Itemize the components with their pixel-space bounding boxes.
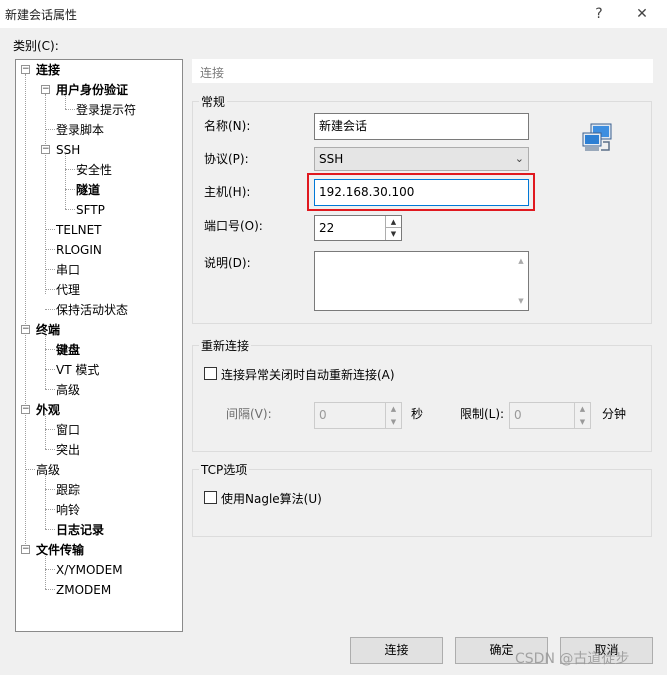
port-label: 端口号(O): — [204, 219, 263, 233]
tree-item-xymodem[interactable]: X/YMODEM — [56, 560, 123, 580]
name-label: 名称(N): — [204, 119, 251, 133]
description-scrollbar[interactable]: ▲ ▼ — [514, 252, 528, 310]
tree-item-advanced-2[interactable]: 高级 — [36, 460, 60, 480]
limit-spin-up-icon: ▲ — [574, 403, 590, 416]
tree-item-proxy[interactable]: 代理 — [56, 280, 80, 300]
tree-item-user-auth[interactable]: 用户身份验证 — [56, 80, 128, 100]
port-value: 22 — [319, 221, 335, 235]
nagle-label: 使用Nagle算法(U) — [221, 492, 322, 506]
tree-item-zmodem[interactable]: ZMODEM — [56, 580, 111, 600]
category-label: 类别(C): — [13, 39, 59, 53]
interval-spin-up-icon: ▲ — [385, 403, 401, 416]
protocol-select-value: SSH — [319, 152, 344, 166]
tree-item-bell[interactable]: 响铃 — [56, 500, 80, 520]
reconnect-group-title: 重新连接 — [199, 337, 252, 354]
port-input[interactable]: 22 ▲ ▼ — [314, 215, 402, 241]
protocol-select[interactable]: SSH ⌄ — [314, 147, 529, 171]
tree-item-login-prompts[interactable]: 登录提示符 — [76, 100, 136, 120]
network-computer-icon — [581, 122, 615, 156]
collapse-user-auth-icon[interactable]: − — [41, 85, 50, 94]
panel-header-title: 连接 — [200, 66, 225, 80]
collapse-terminal-icon[interactable]: − — [21, 325, 30, 334]
protocol-label: 协议(P): — [204, 152, 249, 166]
collapse-connection-icon[interactable]: − — [21, 65, 30, 74]
name-input[interactable]: 新建会话 — [314, 113, 529, 140]
panel-header-bar — [192, 59, 653, 83]
tree-item-serial[interactable]: 串口 — [56, 260, 80, 280]
limit-unit: 分钟 — [602, 407, 627, 421]
interval-label: 间隔(V): — [226, 407, 272, 421]
interval-spin-down-icon: ▼ — [385, 416, 401, 428]
general-group-title: 常规 — [199, 93, 228, 110]
watermark-text: CSDN @古道徒步 — [515, 651, 630, 667]
tree-item-appearance[interactable]: 外观 — [36, 400, 60, 420]
chevron-down-icon: ⌄ — [514, 152, 524, 165]
collapse-appearance-icon[interactable]: − — [21, 405, 30, 414]
tree-item-ssh[interactable]: SSH — [56, 140, 80, 160]
close-button[interactable]: ✕ — [630, 4, 654, 24]
help-button[interactable]: ? — [587, 4, 611, 24]
limit-label: 限制(L): — [460, 407, 505, 421]
host-label: 主机(H): — [204, 185, 251, 199]
tree-item-file-transfer[interactable]: 文件传输 — [36, 540, 84, 560]
limit-value: 0 — [514, 408, 522, 422]
auto-reconnect-label: 连接异常关闭时自动重新连接(A) — [221, 368, 395, 382]
collapse-file-transfer-icon[interactable]: − — [21, 545, 30, 554]
limit-spin-down-icon: ▼ — [574, 416, 590, 428]
tree-item-login-script[interactable]: 登录脚本 — [56, 120, 104, 140]
auto-reconnect-checkbox[interactable] — [204, 367, 217, 380]
tree-item-telnet[interactable]: TELNET — [56, 220, 102, 240]
tree-item-vt-mode[interactable]: VT 模式 — [56, 360, 99, 380]
title-bar — [0, 0, 667, 28]
interval-input: 0 ▲ ▼ — [314, 402, 402, 429]
tree-item-connection[interactable]: 连接 — [36, 60, 60, 80]
spin-up-icon[interactable]: ▲ — [385, 216, 401, 228]
host-input[interactable]: 192.168.30.100 — [314, 179, 529, 206]
window-title: 新建会话属性 — [5, 8, 78, 22]
spin-down-icon[interactable]: ▼ — [385, 228, 401, 240]
category-tree[interactable]: − − − − − − 连接 用户身份验证 登录提示符 登录脚本 SSH 安全性… — [15, 59, 183, 632]
tree-item-trace[interactable]: 跟踪 — [56, 480, 80, 500]
reconnect-group — [192, 345, 652, 452]
limit-input: 0 ▲ ▼ — [509, 402, 591, 429]
tree-item-keyboard[interactable]: 键盘 — [56, 340, 80, 360]
connect-button[interactable]: 连接 — [350, 637, 443, 664]
nagle-checkbox[interactable] — [204, 491, 217, 504]
interval-unit: 秒 — [411, 407, 424, 421]
tree-item-rlogin[interactable]: RLOGIN — [56, 240, 102, 260]
collapse-ssh-icon[interactable]: − — [41, 145, 50, 154]
tree-item-terminal[interactable]: 终端 — [36, 320, 60, 340]
description-label: 说明(D): — [204, 256, 251, 270]
tree-item-tunnel[interactable]: 隧道 — [76, 180, 100, 200]
interval-value: 0 — [319, 408, 327, 422]
tree-item-security[interactable]: 安全性 — [76, 160, 112, 180]
tcp-options-title: TCP选项 — [199, 461, 250, 478]
tree-item-advanced[interactable]: 高级 — [56, 380, 80, 400]
tree-item-highlight[interactable]: 突出 — [56, 440, 80, 460]
tree-item-logging[interactable]: 日志记录 — [56, 520, 104, 540]
tree-item-sftp[interactable]: SFTP — [76, 200, 105, 220]
description-textarea[interactable]: ▲ ▼ — [314, 251, 529, 311]
tree-item-window[interactable]: 窗口 — [56, 420, 80, 440]
tree-item-keepalive[interactable]: 保持活动状态 — [56, 300, 128, 320]
